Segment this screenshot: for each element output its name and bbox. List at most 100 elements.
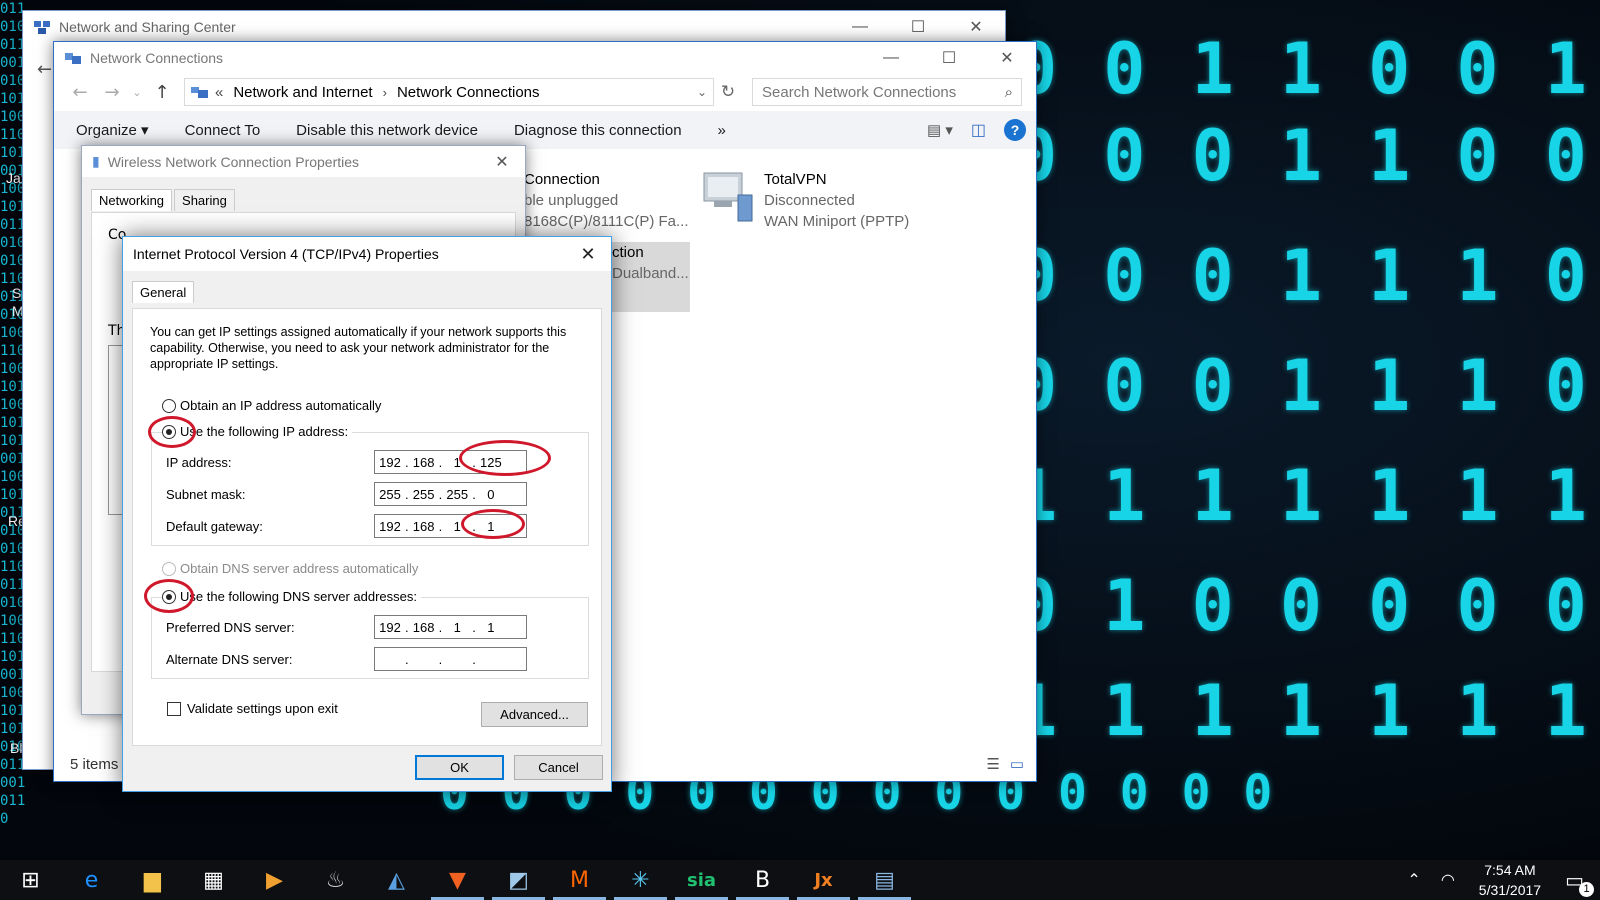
search-icon[interactable]: ⌕	[1005, 84, 1013, 101]
minimize-button[interactable]: —	[831, 11, 889, 42]
details-view-icon[interactable]: ☰	[986, 755, 999, 773]
binary-row: 0 1 0 0 0 0 0 1 0	[1015, 565, 1600, 647]
preferred-dns-input[interactable]: 192. 168. 1. 1	[374, 615, 527, 639]
nsc-titlebar[interactable]: Network and Sharing Center — ☐ ✕	[23, 11, 1005, 42]
ipv4-tabs: General	[123, 271, 611, 303]
default-gateway-input[interactable]: 192. 168. 1. 1	[374, 514, 527, 538]
java-icon[interactable]: ♨	[305, 860, 366, 900]
validate-settings-option[interactable]: Validate settings upon exit	[167, 701, 338, 716]
command-bar: Organize ▾ Connect To Disable this netwo…	[54, 111, 1036, 149]
wifi-icon[interactable]: ◠	[1431, 870, 1465, 890]
tab-general[interactable]: General	[132, 281, 195, 303]
breadcrumb-chevron-icon[interactable]: ›	[383, 85, 387, 100]
ipv4-title: Internet Protocol Version 4 (TCP/IPv4) P…	[133, 246, 439, 262]
up-arrow-icon[interactable]: ↑	[146, 82, 178, 103]
alternate-dns-input[interactable]: . . .	[374, 647, 527, 671]
breadcrumb-network-and-internet[interactable]: Network and Internet	[233, 84, 372, 101]
cancel-button[interactable]: Cancel	[514, 755, 603, 780]
close-button[interactable]: ✕	[947, 11, 1005, 42]
gateway-octet-4: 1	[487, 518, 495, 534]
breadcrumb-network-connections[interactable]: Network Connections	[397, 84, 540, 101]
organize-menu[interactable]: Organize ▾	[76, 121, 149, 139]
connect-to-button[interactable]: Connect To	[185, 122, 261, 139]
bitcoin-icon[interactable]: B	[732, 860, 793, 900]
close-button[interactable]: ✕	[479, 146, 525, 177]
help-icon[interactable]: ?	[1004, 119, 1026, 141]
ip-octet-4: 125	[480, 454, 502, 470]
search-input[interactable]: Search Network Connections ⌕	[752, 78, 1022, 106]
connection-item-ethernet[interactable]: Connection ble unplugged 8168C(P)/8111C(…	[524, 169, 689, 232]
use-following-ip-option[interactable]: Use the following IP address:	[162, 424, 353, 439]
vpn-computer-icon	[703, 172, 753, 222]
sia-icon[interactable]: sia	[671, 860, 732, 900]
use-following-dns-option[interactable]: Use the following DNS server addresses:	[162, 589, 421, 604]
close-button[interactable]: ✕	[978, 42, 1036, 73]
connection-item-totalvpn[interactable]: TotalVPN Disconnected WAN Miniport (PPTP…	[700, 169, 909, 232]
jaxx-icon[interactable]: Jx	[793, 860, 854, 900]
crossover-icon[interactable]: ✳	[610, 860, 671, 900]
obtain-dns-auto-radio[interactable]	[162, 561, 176, 576]
maximize-button[interactable]: ☐	[889, 11, 947, 42]
tab-networking[interactable]: Networking	[91, 189, 173, 211]
back-arrow-icon[interactable]: ←	[37, 59, 52, 80]
show-hidden-icons-chevron-icon[interactable]: ⌃	[1397, 870, 1430, 890]
minimize-button[interactable]: —	[862, 42, 920, 73]
ok-button[interactable]: OK	[415, 755, 504, 780]
monero-icon[interactable]: M	[549, 860, 610, 900]
obtain-dns-auto-option[interactable]: Obtain DNS server address automatically	[162, 561, 418, 576]
binary-row: 1 1 1 1 1 1 1 0 1	[1015, 670, 1600, 752]
location-network-icon	[191, 87, 208, 98]
use-following-dns-radio[interactable]	[162, 589, 176, 604]
change-view-icon[interactable]: ▤ ▾	[927, 121, 953, 139]
start-icon[interactable]: ⊞	[0, 860, 61, 900]
use-following-ip-radio[interactable]	[162, 424, 176, 439]
info-text: You can get IP settings assigned automat…	[150, 325, 567, 371]
ipv4-titlebar[interactable]: Internet Protocol Version 4 (TCP/IPv4) P…	[123, 237, 611, 271]
edge-icon[interactable]: e	[61, 860, 122, 900]
ip-address-input[interactable]: 192. 168. 1. 125	[374, 450, 527, 474]
gateway-octet-3: 1	[453, 518, 461, 534]
breadcrumb-overflow[interactable]: «	[215, 84, 223, 101]
nc-titlebar[interactable]: Network Connections — ☐ ✕	[54, 42, 1036, 73]
diagnose-connection-button[interactable]: Diagnose this connection	[514, 122, 682, 139]
binary-row: 1 1 1 1 1 1 1 0 1	[1015, 455, 1600, 537]
advanced-button[interactable]: Advanced...	[481, 702, 588, 727]
recent-locations-chevron-icon[interactable]: ⌄	[128, 86, 146, 99]
pref-dns-octet-3: 1	[453, 619, 461, 635]
obtain-ip-auto-option[interactable]: Obtain an IP address automatically	[162, 398, 381, 413]
media-player-icon[interactable]: ▶	[244, 860, 305, 900]
tab-sharing[interactable]: Sharing	[174, 189, 235, 211]
photo-app-icon[interactable]: ◭	[366, 860, 427, 900]
connection-name: TotalVPN	[764, 171, 827, 188]
network-control-icon[interactable]: ▤	[854, 860, 915, 900]
subnet-octet-2: 255	[412, 486, 435, 502]
back-arrow-icon[interactable]: ←	[64, 82, 96, 103]
subnet-mask-input[interactable]: 255. 255. 255. 0	[374, 482, 527, 506]
forward-arrow-icon[interactable]: →	[96, 82, 128, 103]
notification-count-badge: 1	[1579, 881, 1594, 897]
subnet-octet-3: 255	[446, 486, 469, 502]
notepad-icon[interactable]: ◩	[488, 860, 549, 900]
ip-address-label: IP address:	[166, 454, 232, 470]
store-icon[interactable]: ▦	[183, 860, 244, 900]
file-explorer-icon[interactable]: ▆	[122, 860, 183, 900]
network-connections-icon	[65, 52, 81, 64]
action-center-icon[interactable]: ▭ 1	[1555, 868, 1600, 897]
close-button[interactable]: ✕	[565, 237, 611, 271]
connection-item-wireless-selected[interactable]: ction Dualband...	[612, 242, 690, 312]
maximize-button[interactable]: ☐	[920, 42, 978, 73]
wprops-titlebar[interactable]: ▮ Wireless Network Connection Properties…	[82, 146, 525, 177]
alternate-dns-label: Alternate DNS server:	[166, 651, 293, 667]
brave-icon[interactable]: ▼	[427, 860, 488, 900]
large-icons-view-icon[interactable]: ▭	[1010, 755, 1024, 773]
refresh-icon[interactable]: ↻	[714, 82, 742, 102]
disable-device-button[interactable]: Disable this network device	[296, 122, 478, 139]
preview-pane-icon[interactable]: ◫	[971, 120, 986, 140]
obtain-ip-auto-radio[interactable]	[162, 398, 176, 413]
address-bar[interactable]: « Network and Internet › Network Connect…	[184, 78, 714, 106]
more-commands-button[interactable]: »	[718, 122, 726, 139]
validate-settings-checkbox[interactable]	[167, 701, 181, 716]
address-dropdown-icon[interactable]: ⌄	[691, 85, 713, 99]
clock[interactable]: 7:54 AM 5/31/2017	[1465, 860, 1555, 900]
desktop-icon-label-s[interactable]: S	[12, 285, 21, 301]
